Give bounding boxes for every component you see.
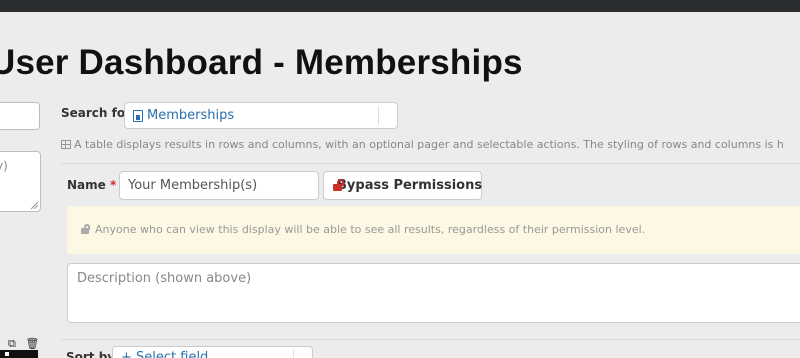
left-actions: ⧉ 🗑 (8, 337, 45, 351)
warning-text: Anyone who can view this display will be… (95, 223, 646, 236)
top-toolbar (0, 0, 800, 12)
search-select[interactable]: Memberships (124, 102, 398, 129)
search-value: Memberships (147, 108, 235, 123)
table-description: A table displays results in rows and col… (61, 138, 784, 151)
bypass-permissions-label: Bypass Permissions (337, 178, 483, 193)
left-text-input[interactable] (0, 102, 40, 130)
table-icon (133, 109, 143, 122)
left-textarea[interactable]: y) (0, 151, 41, 212)
permission-warning: Anyone who can view this display will be… (67, 206, 800, 254)
name-label-text: Name (67, 178, 106, 192)
trash-icon[interactable]: 🗑 (25, 337, 39, 350)
search-label: Search for (61, 106, 132, 120)
bypass-permissions-button[interactable]: Bypass Permissions (323, 171, 482, 200)
table-description-text: A table displays results in rows and col… (74, 138, 784, 151)
sort-divider (293, 350, 294, 358)
grid-icon (61, 140, 71, 149)
search-divider (378, 106, 379, 125)
divider (61, 339, 800, 340)
sort-value: + Select field (121, 350, 209, 358)
unlock-icon (81, 224, 92, 234)
description-field[interactable]: Description (shown above) (67, 263, 800, 323)
copy-icon[interactable]: ⧉ (8, 337, 16, 350)
description-placeholder: Description (shown above) (77, 271, 252, 286)
required-marker: * (109, 178, 117, 192)
page-title: User Dashboard - Memberships (0, 43, 523, 82)
name-label: Name * (67, 178, 116, 192)
left-textarea-placeholder: y) (0, 159, 8, 173)
left-footer-mark (5, 352, 9, 356)
resize-grip-icon[interactable] (30, 201, 38, 209)
name-input[interactable]: Your Membership(s) (119, 171, 319, 200)
sort-select[interactable]: + Select field (112, 346, 313, 358)
sort-label: Sort by (66, 350, 116, 358)
divider (61, 163, 800, 164)
